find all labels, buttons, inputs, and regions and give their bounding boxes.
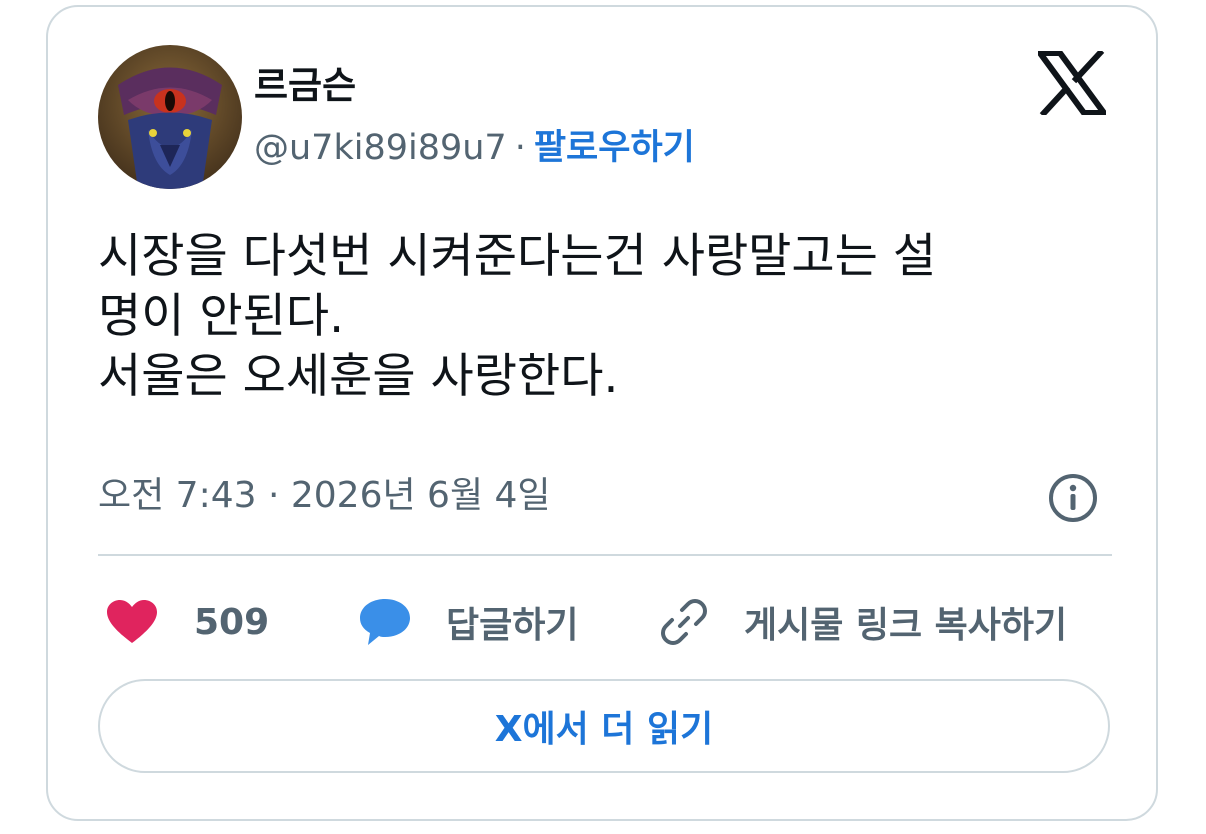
reply-bubble-icon <box>360 599 410 645</box>
avatar[interactable] <box>98 45 242 189</box>
copy-link-button[interactable]: 게시물 링크 복사하기 <box>658 592 1067 652</box>
info-icon[interactable] <box>1048 473 1098 523</box>
tweet-text-line: 시장을 다섯번 시켜준다는건 사랑말고는 설 <box>98 229 937 284</box>
like-count: 509 <box>194 601 270 643</box>
link-icon <box>661 599 707 645</box>
separator-dot: · <box>514 128 526 168</box>
heart-icon <box>107 600 157 643</box>
read-more-button[interactable]: X에서 더 읽기 <box>98 679 1110 773</box>
timestamp[interactable]: 오전 7:43 · 2026년 6월 4일 <box>98 471 551 521</box>
tweet-text-line: 서울은 오세훈을 사랑한다. <box>98 349 619 404</box>
reply-label: 답글하기 <box>446 605 579 646</box>
divider <box>98 554 1112 556</box>
follow-link[interactable]: 팔로우하기 <box>534 128 695 168</box>
handle-row: @u7ki89i89u7 · 팔로우하기 <box>254 124 695 172</box>
read-more-label: X에서 더 읽기 <box>494 709 714 750</box>
tweet-text: 시장을 다섯번 시켜준다는건 사랑말고는 설 명이 안된다. 서울은 오세훈을 … <box>98 227 1108 407</box>
reply-button[interactable]: 답글하기 <box>358 592 578 652</box>
copy-link-label: 게시물 링크 복사하기 <box>744 605 1068 646</box>
display-name[interactable]: 르금슨 <box>254 62 356 110</box>
like-button[interactable]: 509 <box>106 592 269 652</box>
user-handle[interactable]: @u7ki89i89u7 <box>254 128 507 168</box>
x-logo-icon[interactable] <box>1034 48 1110 118</box>
avatar-image <box>98 45 242 189</box>
tweet-text-line: 명이 안된다. <box>98 289 345 344</box>
action-bar: 509 답글하기 게시물 링크 복사하기 <box>98 592 1108 652</box>
tweet-card: 르금슨 @u7ki89i89u7 · 팔로우하기 시장을 다섯번 시켜준다는건 사랑… <box>46 5 1158 821</box>
